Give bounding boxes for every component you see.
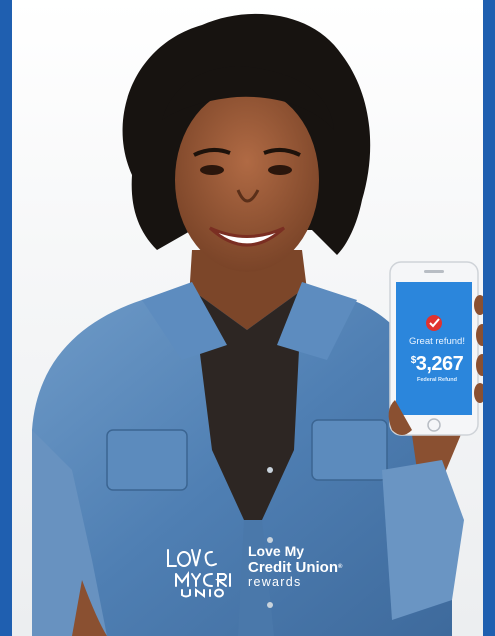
love-my-credit-union-logo <box>167 549 231 598</box>
brand-line-credit-union: Credit Union® <box>248 559 342 576</box>
registered-mark: ® <box>338 564 343 570</box>
brand-wordmark: Love My Credit Union® rewards <box>248 544 342 589</box>
brand-line-love-my: Love My <box>248 543 305 559</box>
refund-amount-value: 3,267 <box>415 353 464 375</box>
phone-refund-caption: Federal Refund <box>416 377 458 383</box>
checkmark-icon <box>426 315 442 331</box>
brand-line-rewards: rewards <box>248 575 302 589</box>
phone-screen <box>396 282 472 415</box>
woman-holding-phone-photo <box>32 13 483 636</box>
brand-credit-union-text: Credit Union <box>248 559 338 576</box>
currency-symbol: $ <box>410 355 417 366</box>
ad-frame: Great refund! $3,267 Federal Refund Love… <box>0 0 495 636</box>
phone-refund-title: Great refund! <box>409 336 465 347</box>
phone-refund-amount: $3,267 <box>398 353 476 376</box>
